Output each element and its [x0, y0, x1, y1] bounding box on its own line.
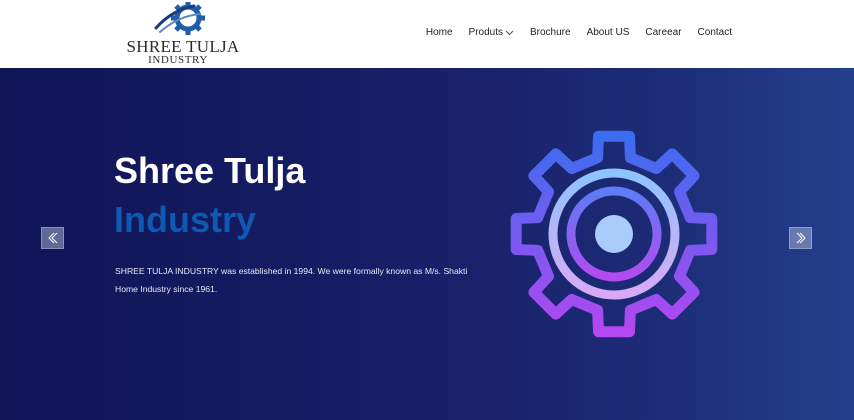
hero-description: SHREE TULJA INDUSTRY was established in …: [115, 266, 468, 294]
chevron-down-icon: [505, 30, 514, 35]
gear-illustration-icon: [510, 130, 718, 338]
nav-item-about-us[interactable]: About US: [587, 27, 630, 38]
nav-item-home[interactable]: Home: [426, 27, 453, 38]
slider-next-button[interactable]: [789, 227, 812, 249]
brand-logo[interactable]: SHREE TULJA INDUSTRY: [118, 2, 248, 66]
nav-item-career[interactable]: Careear: [645, 27, 681, 38]
nav-item-products[interactable]: Produts: [469, 27, 514, 38]
chevron-left-icon: [47, 232, 57, 244]
slider-prev-button[interactable]: [41, 227, 64, 249]
nav-item-brochure[interactable]: Brochure: [530, 27, 571, 38]
gear-logo-icon: [154, 2, 205, 35]
main-nav: Home Produts Brochure About US Careear C…: [426, 27, 732, 38]
nav-item-contact[interactable]: Contact: [698, 27, 732, 38]
site-header: SHREE TULJA INDUSTRY Home Produts Brochu…: [0, 0, 854, 68]
nav-item-label: Contact: [697, 27, 732, 38]
nav-item-label: Produts: [468, 27, 503, 38]
hero-title-accent: Industry: [114, 199, 257, 240]
nav-item-label: About US: [586, 27, 630, 38]
nav-item-label: Careear: [645, 27, 682, 38]
hero-slider: Shree Tulja Industry SHREE TULJA INDUSTR…: [0, 68, 854, 420]
nav-item-label: Home: [425, 27, 453, 38]
brand-subtitle: INDUSTRY: [148, 54, 208, 66]
hero-title: Shree Tulja: [114, 150, 306, 191]
chevron-right-icon: [796, 232, 806, 244]
nav-item-label: Brochure: [530, 27, 571, 38]
